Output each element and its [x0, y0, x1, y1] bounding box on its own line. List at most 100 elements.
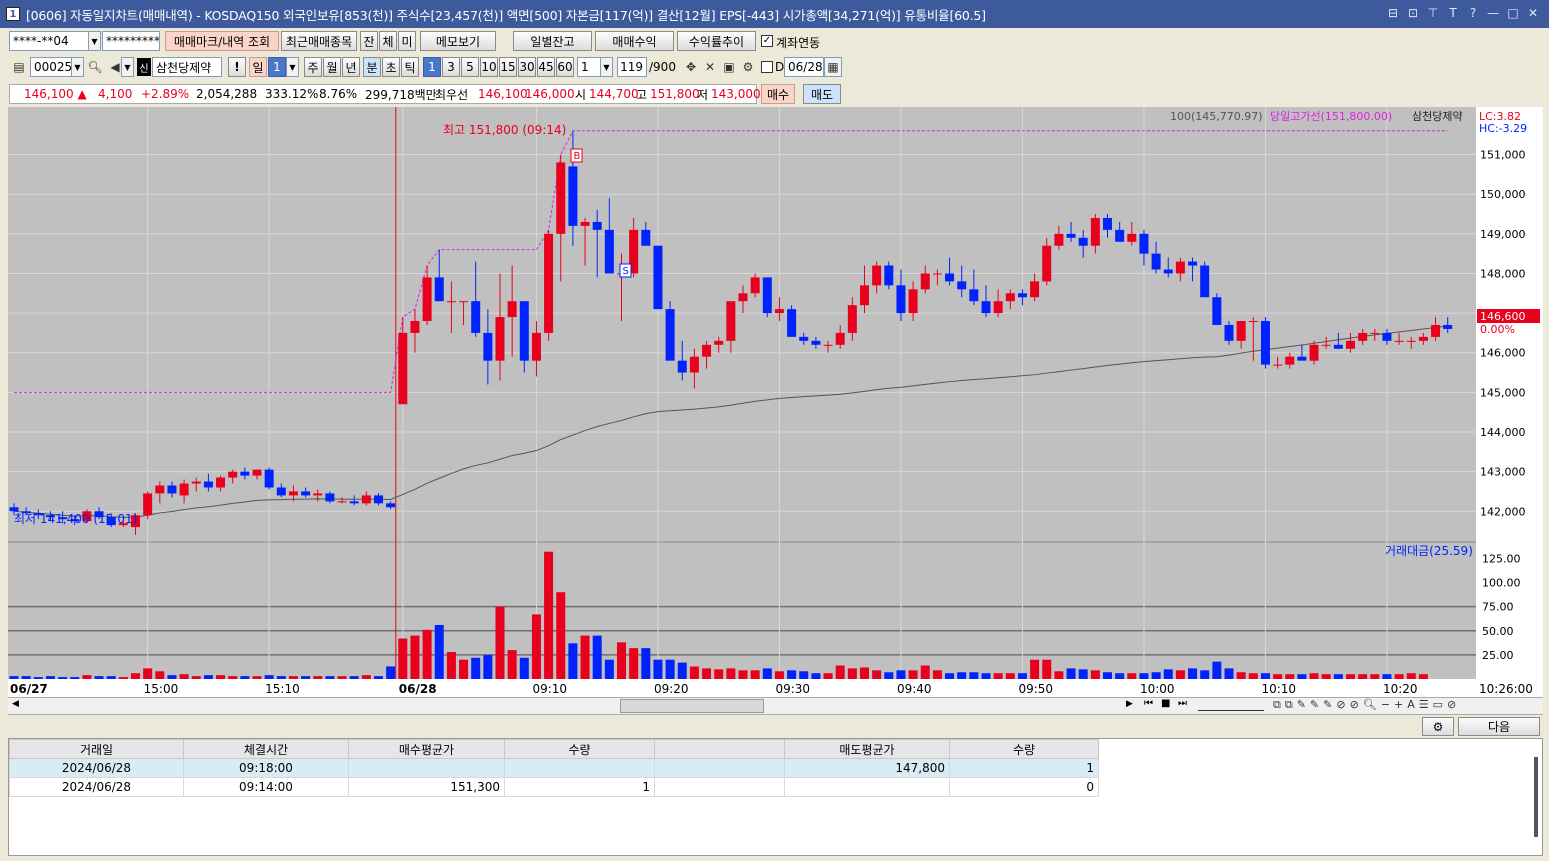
daily-balance-button[interactable]: 일별잔고 — [513, 31, 592, 51]
font-icon[interactable]: T — [1445, 5, 1461, 21]
period-week-button[interactable]: 주 — [304, 57, 322, 77]
period-second-button[interactable]: 초 — [382, 57, 400, 77]
interval-value-field[interactable]: 1 — [577, 57, 601, 77]
period-year-button[interactable]: 년 — [342, 57, 360, 77]
x-tick-label: 15:10 — [265, 682, 300, 696]
recent-trades-button[interactable]: 최근매매종목 — [281, 31, 357, 51]
settings-gear-button[interactable]: ⚙ — [1422, 717, 1454, 736]
code-dropdown-icon[interactable]: ▼ — [71, 57, 84, 77]
interval-10-button[interactable]: 10 — [480, 57, 498, 77]
volume-bar — [374, 676, 383, 679]
col-buy-avg[interactable]: 매수평균가 — [348, 739, 505, 759]
table-row[interactable]: 2024/06/28 09:18:00 147,800 1 — [9, 758, 1099, 778]
account-dropdown-icon[interactable]: ▼ — [88, 31, 101, 51]
sound-dropdown-icon[interactable]: ▼ — [121, 57, 134, 77]
search-icon[interactable]: 🔍︎ — [86, 57, 104, 77]
close-icon[interactable]: ✕ — [1525, 5, 1541, 21]
candle-body — [155, 485, 165, 494]
interval-5-button[interactable]: 5 — [461, 57, 479, 77]
count-field[interactable]: 119 — [617, 57, 647, 77]
tab-unexecuted[interactable]: 미 — [398, 31, 416, 51]
window-icon[interactable]: 1 — [6, 7, 20, 21]
calendar-icon[interactable]: ▦ — [824, 57, 842, 77]
scroll-right-icon[interactable]: ▶ — [1126, 699, 1133, 709]
turnover-rate: 8.76% — [319, 87, 358, 101]
minimize-icon[interactable]: — — [1485, 5, 1501, 21]
tile-icon[interactable]: ⊡ — [1405, 5, 1421, 21]
profit-trend-button[interactable]: 수익률추이 — [677, 31, 756, 51]
candle-body — [1346, 340, 1355, 349]
chart-scrollbar[interactable]: ◀ ▶ ⏮ ■ ⏭ ⧉⧉✎✎✎⊘⊘🔍︎−+A☰▭⊘ — [8, 697, 1543, 715]
drawing-tools-icon[interactable]: ⧉⧉✎✎✎⊘⊘🔍︎−+A☰▭⊘ — [1273, 698, 1460, 712]
candle-body — [1017, 293, 1027, 298]
trade-marks-button[interactable]: 매매마크/내역 조회 — [165, 31, 279, 51]
tab-balance[interactable]: 잔 — [360, 31, 378, 51]
pin-icon[interactable]: ⊤ — [1425, 5, 1441, 21]
interval-60-button[interactable]: 60 — [556, 57, 574, 77]
zoom-slider[interactable] — [1198, 699, 1264, 711]
table-scrollbar[interactable] — [1534, 757, 1538, 837]
date-checkbox[interactable] — [761, 61, 773, 73]
chart-type-icon[interactable]: ▤ — [10, 57, 28, 77]
candle-body — [1066, 233, 1076, 238]
col-buy-qty[interactable]: 수량 — [504, 739, 655, 759]
interval-15-button[interactable]: 15 — [499, 57, 517, 77]
y-tick-label: 148,000 — [1480, 267, 1526, 280]
save-icon[interactable]: ▣ — [720, 57, 738, 77]
volume-bar — [617, 642, 626, 679]
cross-icon[interactable]: ✕ — [701, 57, 719, 77]
maximize-icon[interactable]: □ — [1505, 5, 1521, 21]
period-day-count[interactable]: 1 — [268, 57, 286, 77]
price-change-pct: +2.89% — [141, 87, 190, 101]
go-first-icon[interactable]: ⏮ — [1144, 698, 1153, 709]
candle-body — [240, 471, 250, 476]
col-exec-time[interactable]: 체결시간 — [183, 739, 349, 759]
volume-bar — [191, 676, 201, 679]
memo-button[interactable]: 메모보기 — [420, 31, 496, 51]
volume-bar — [665, 659, 675, 679]
col-sell-qty[interactable]: 수량 — [949, 739, 1099, 759]
gear-icon[interactable]: ⚙ — [739, 57, 757, 77]
next-button[interactable]: 다음 — [1458, 717, 1540, 736]
password-field[interactable]: ********* — [102, 31, 160, 51]
scroll-left-icon[interactable]: ◀ — [12, 699, 19, 709]
candle-body — [434, 277, 444, 302]
period-tick-button[interactable]: 틱 — [401, 57, 419, 77]
period-dropdown-icon[interactable]: ▼ — [286, 57, 299, 77]
scroll-thumb[interactable] — [620, 699, 764, 713]
interval-45-button[interactable]: 45 — [537, 57, 555, 77]
period-day-button[interactable]: 일 — [249, 57, 267, 77]
sell-button[interactable]: 매도 — [803, 84, 841, 104]
trade-profit-button[interactable]: 매매수익 — [595, 31, 674, 51]
candle-body — [422, 277, 432, 322]
buy-button[interactable]: 매수 — [761, 84, 795, 104]
tools-icon[interactable]: ✥ — [682, 57, 700, 77]
period-month-button[interactable]: 월 — [323, 57, 341, 77]
interval-1-button[interactable]: 1 — [423, 57, 441, 77]
col-sell-avg[interactable]: 매도평균가 — [784, 739, 950, 759]
interval-dropdown-icon[interactable]: ▼ — [600, 57, 613, 77]
account-field[interactable]: ****-**04 — [9, 31, 89, 51]
account-link-checkbox[interactable]: ✓ — [761, 35, 773, 47]
candle-body — [349, 501, 359, 504]
ma-label: 100(145,770.97) — [1170, 110, 1263, 123]
period-minute-button[interactable]: 분 — [363, 57, 381, 77]
stop-icon[interactable]: ■ — [1161, 698, 1170, 709]
help-icon[interactable]: ? — [1465, 5, 1481, 21]
layout-icon[interactable]: ⊟ — [1385, 5, 1401, 21]
best-bid: 146,000 — [525, 87, 575, 101]
interval-3-button[interactable]: 3 — [442, 57, 460, 77]
tab-executed[interactable]: 체 — [379, 31, 397, 51]
volume-bar — [1017, 673, 1027, 679]
col-trade-date[interactable]: 거래일 — [9, 739, 184, 759]
stock-code-field[interactable]: 000250 — [30, 57, 72, 77]
volume-bar — [957, 672, 967, 679]
price-chart[interactable]: 151,000150,000149,000148,000147,000146,0… — [8, 107, 1543, 697]
date-field[interactable]: 06/28 — [784, 57, 824, 77]
trade-amount: 299,718백만 — [365, 87, 437, 102]
table-row[interactable]: 2024/06/28 09:14:00 151,300 1 0 — [9, 777, 1099, 797]
go-last-icon[interactable]: ⏭ — [1178, 698, 1187, 709]
alert-button[interactable]: ! — [228, 57, 246, 77]
interval-30-button[interactable]: 30 — [518, 57, 536, 77]
stock-name-field[interactable]: 삼천당제약 — [152, 57, 222, 77]
